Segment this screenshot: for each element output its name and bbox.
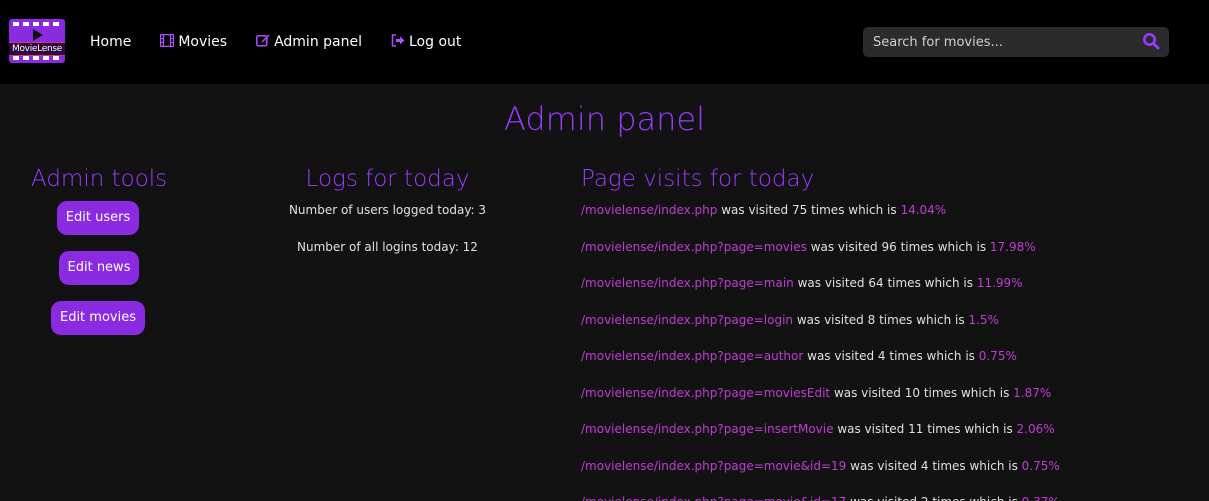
visit-count: 11 xyxy=(908,422,924,436)
visit-path: /movielense/index.php?page=movies xyxy=(581,239,807,254)
visit-percentage: 0.75% xyxy=(1021,458,1060,473)
search-input[interactable] xyxy=(863,27,1133,57)
visit-mid-text: was visited xyxy=(846,495,921,501)
visit-row: /movielense/index.php?page=moviesEdit wa… xyxy=(581,386,1051,400)
visit-times-text: times which is xyxy=(896,239,990,254)
visit-times-text: times which is xyxy=(920,385,1014,400)
nav-admin-panel[interactable]: Admin panel xyxy=(256,33,362,51)
visit-times-text: times which is xyxy=(928,458,1022,473)
nav-movies[interactable]: Movies xyxy=(160,33,227,51)
visit-percentage: 0.37% xyxy=(1022,495,1060,501)
edit-movies-button[interactable]: Edit movies xyxy=(51,301,145,335)
visit-path: /movielense/index.php?page=movie&id=19 xyxy=(581,458,847,473)
visit-mid-text: was visited xyxy=(806,239,882,254)
visit-percentage: 0.75% xyxy=(978,349,1017,363)
logs-title: Logs for today xyxy=(305,166,470,192)
visit-percentage: 2.06% xyxy=(1016,422,1055,436)
film-strip-bottom xyxy=(13,56,61,60)
visit-row: /movielense/index.php?page=insertMovie w… xyxy=(581,422,1055,436)
admin-tools-title: Admin tools xyxy=(31,166,168,192)
visit-percentage: 1.5% xyxy=(968,312,999,327)
film-icon xyxy=(160,33,175,51)
users-logged-text: Number of users logged today: 3 xyxy=(288,203,487,217)
film-strip-top xyxy=(13,22,61,26)
visit-percentage: 17.98% xyxy=(989,239,1036,254)
admin-tools-section: Admin tools Edit users Edit news Edit mo… xyxy=(31,166,168,335)
visit-path: /movielense/index.php?page=moviesEdit xyxy=(581,385,831,400)
visit-row: /movielense/index.php?page=author was vi… xyxy=(581,349,1017,363)
visit-percentage: 1.87% xyxy=(1013,385,1052,400)
top-navbar: MovieLense Home Movies Admin panel Log o… xyxy=(0,0,1209,84)
visit-times-text: times which is xyxy=(929,495,1022,501)
visit-mid-text: was visited xyxy=(793,312,868,327)
visit-path: /movielense/index.php?page=movie&id=17 xyxy=(581,495,846,501)
visit-mid-text: was visited xyxy=(830,385,905,400)
all-logins-text: Number of all logins today: 12 xyxy=(297,240,478,254)
visit-row: /movielense/index.php?page=movie&id=19 w… xyxy=(581,459,1060,473)
logout-icon xyxy=(391,33,405,51)
nav-movies-label: Movies xyxy=(178,34,228,50)
visit-count: 75 xyxy=(791,203,808,217)
visit-row: /movielense/index.php?page=login was vis… xyxy=(581,313,999,327)
visit-row: /movielense/index.php?page=movie&id=17 w… xyxy=(581,495,1060,501)
visit-row: /movielense/index.php?page=main was visi… xyxy=(581,276,1023,290)
visit-mid-text: was visited xyxy=(803,349,878,363)
visit-times-text: times which is xyxy=(807,203,901,217)
visit-percentage: 14.04% xyxy=(900,203,947,217)
visit-path: /movielense/index.php xyxy=(581,203,718,217)
visit-times-text: times which is xyxy=(883,276,977,290)
visit-mid-text: was visited xyxy=(793,276,869,290)
visit-count: 10 xyxy=(904,385,920,400)
page-visits-section: Page visits for today /movielense/index.… xyxy=(581,166,1201,501)
movielense-logo[interactable]: MovieLense xyxy=(9,19,65,63)
visit-mid-text: was visited xyxy=(833,422,909,436)
visit-count: 96 xyxy=(881,239,897,254)
logo-text: MovieLense xyxy=(9,42,65,56)
play-icon xyxy=(33,29,43,41)
visit-times-text: times which is xyxy=(923,422,1017,436)
nav-log-out-label: Log out xyxy=(409,34,462,50)
page-title: Admin panel xyxy=(504,100,705,138)
visit-percentage: 11.99% xyxy=(976,276,1023,290)
visit-row: /movielense/index.php?page=movies was vi… xyxy=(581,240,1036,254)
visit-count: 64 xyxy=(868,276,884,290)
visit-path: /movielense/index.php?page=main xyxy=(581,276,794,290)
visit-count: 4 xyxy=(877,349,886,363)
edit-news-button[interactable]: Edit news xyxy=(59,251,139,285)
edit-users-button[interactable]: Edit users xyxy=(57,201,139,235)
nav-home-label: Home xyxy=(90,34,132,50)
visit-times-text: times which is xyxy=(885,349,979,363)
visit-count: 2 xyxy=(921,495,929,501)
visit-path: /movielense/index.php?page=login xyxy=(581,312,794,327)
visit-mid-text: was visited xyxy=(846,458,921,473)
logs-section: Logs for today Number of users logged to… xyxy=(270,166,505,254)
visit-count: 4 xyxy=(920,458,929,473)
visit-row: /movielense/index.php was visited 75 tim… xyxy=(581,203,946,217)
visit-mid-text: was visited xyxy=(717,203,792,217)
visit-path: /movielense/index.php?page=insertMovie xyxy=(581,422,834,436)
search-bar xyxy=(863,27,1169,57)
nav-log-out[interactable]: Log out xyxy=(391,33,461,51)
search-icon[interactable] xyxy=(1142,32,1160,50)
nav-home[interactable]: Home xyxy=(90,33,131,51)
edit-icon xyxy=(256,33,270,51)
visit-times-text: times which is xyxy=(875,312,969,327)
page-visits-title: Page visits for today xyxy=(581,166,815,192)
nav-admin-panel-label: Admin panel xyxy=(274,34,362,50)
visit-path: /movielense/index.php?page=author xyxy=(581,349,804,363)
main-nav: Home Movies Admin panel Log out xyxy=(90,33,490,51)
